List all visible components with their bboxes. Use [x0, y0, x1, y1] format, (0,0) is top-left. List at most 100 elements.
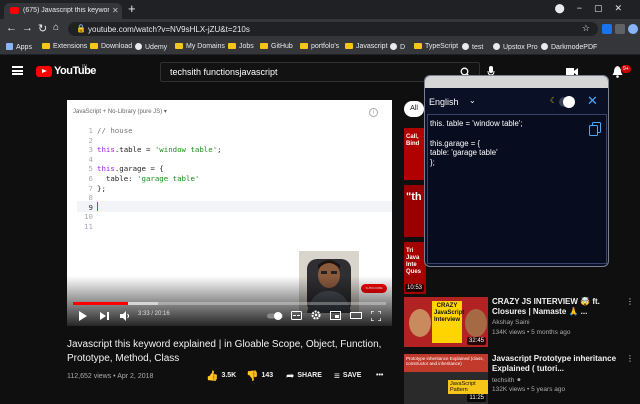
code-token: table: [97, 173, 138, 183]
code-line: 3 this.table = 'window table'; [77, 145, 222, 155]
folder-icon [260, 43, 268, 49]
chip-all[interactable]: All [404, 101, 424, 117]
extracted-text-line: table: 'garage table' [430, 148, 498, 158]
bookmark-typescript[interactable]: TypeScript [414, 43, 458, 50]
info-icon: i [369, 108, 378, 117]
related-video-title[interactable]: CRAZY JS INTERVIEW 🤯 ft. Closures | Nama… [492, 297, 624, 317]
view-count: 112,652 views [67, 373, 112, 380]
extensions-puzzle-icon[interactable] [615, 24, 625, 34]
code-line: 1 // house [77, 126, 222, 136]
related-channel[interactable]: techsith ⚫ [492, 376, 522, 384]
popup-drag-handle[interactable] [425, 76, 608, 88]
folder-icon [414, 43, 422, 49]
dislike-button[interactable]: 👎 143 [246, 371, 273, 382]
home-icon[interactable]: ⌂ [53, 22, 59, 33]
bookmark-extensions[interactable]: Extensions [42, 43, 87, 50]
time-display: 3:33 / 20:16 [138, 311, 170, 317]
fullscreen-icon[interactable] [371, 311, 381, 321]
video-player[interactable]: JavaScript + No-Library (pure JS) ▾ i 1 /… [67, 100, 392, 326]
reload-icon[interactable]: ↻ [38, 22, 47, 35]
language-select[interactable]: English [429, 97, 459, 107]
bookmark-my-domains[interactable]: My Domains [175, 43, 225, 50]
bookmarks-bar: Apps Extensions Download Udemy My Domain… [0, 39, 640, 55]
bookmark-d[interactable]: D [390, 43, 405, 51]
save-button[interactable]: ≡ SAVE [334, 371, 361, 382]
related-thumb-4[interactable]: CRAZY JavaScript Interview 32:45 [404, 297, 488, 347]
related-thumb-5[interactable]: Prototype inheritance Explained (class, … [404, 354, 488, 404]
share-button[interactable]: ➦ SHARE [286, 371, 322, 382]
globe-icon [390, 43, 397, 50]
settings-gear-icon[interactable] [311, 310, 321, 320]
line-number: 4 [88, 154, 93, 164]
popup-text-area[interactable]: this. table = 'window table'; this.garage… [427, 114, 607, 264]
autoplay-toggle-icon[interactable] [267, 312, 283, 320]
window-controls[interactable]: ⬤−▢✕ [555, 3, 634, 14]
globe-icon [462, 43, 469, 50]
address-bar[interactable]: 🔒 youtube.com/watch?v=NV9sHLX-jZU&t=210s… [68, 22, 598, 36]
next-icon[interactable] [100, 312, 109, 320]
code-token: this [97, 145, 115, 155]
bookmark-portfolios[interactable]: portfolo's [300, 43, 339, 50]
youtube-favicon-icon [10, 7, 19, 14]
back-icon[interactable]: ← [6, 22, 17, 34]
browser-tab-bar: (675) Javascript this keyword exp ✕ + ⬤−… [0, 0, 640, 19]
close-icon[interactable]: ✕ [587, 93, 598, 109]
code-editor: 1// house 2 3 this.table = 'window table'; 4… [77, 126, 222, 232]
more-actions-icon[interactable]: ••• [376, 372, 383, 379]
play-icon[interactable] [79, 311, 87, 321]
like-button[interactable]: 👍 3.5K [206, 371, 236, 382]
code-token: 'window table' [154, 145, 218, 155]
related-thumb-3[interactable]: Tri Java Inte Ques 10:53 [404, 242, 426, 294]
card-menu-icon[interactable]: ⋮ [626, 354, 634, 363]
related-stats: 134K views • 5 months ago [492, 329, 571, 336]
bookmark-udemy[interactable]: Udemy [135, 43, 167, 51]
tab-close-icon[interactable]: ✕ [112, 6, 119, 15]
theater-mode-icon[interactable] [350, 311, 362, 320]
related-thumb-1[interactable]: Call, Bind [404, 128, 426, 180]
bookmark-star-icon[interactable]: ☆ [582, 23, 590, 34]
card-menu-icon[interactable]: ⋮ [626, 297, 634, 306]
code-token: .garage = { [114, 164, 164, 174]
progress-played [73, 302, 128, 305]
code-token: .table = [114, 145, 155, 155]
progress-bar[interactable] [73, 302, 386, 305]
bookmark-apps[interactable]: Apps [6, 43, 32, 51]
bookmark-darkmodepdf[interactable]: DarkmodePDF [541, 43, 597, 51]
subtitles-icon[interactable] [291, 311, 302, 320]
line-number: 10 [84, 212, 93, 222]
dark-mode-toggle[interactable] [559, 96, 575, 108]
line-number: 3 [88, 145, 93, 155]
folder-icon [300, 43, 308, 49]
bookmark-github[interactable]: GitHub [260, 43, 293, 50]
folder-icon [228, 43, 236, 49]
code-line: 5 this.garage = { [77, 164, 222, 174]
text-cursor [97, 202, 98, 211]
bookmark-test[interactable]: test [462, 43, 483, 51]
new-tab-button[interactable]: + [128, 1, 136, 16]
bookmark-javascript[interactable]: Javascript [345, 43, 388, 50]
line-number: 6 [88, 173, 93, 183]
thumb-caption: CRAZY JavaScript Interview [434, 303, 465, 323]
chevron-down-icon[interactable]: ⌄ [469, 96, 476, 105]
bookmark-upstox-pro[interactable]: Upstox Pro [493, 43, 538, 51]
profile-avatar-icon[interactable] [628, 24, 638, 34]
copy-icon[interactable] [589, 122, 601, 136]
youtube-wordmark[interactable]: YouTube [54, 65, 96, 77]
browser-tab[interactable]: (675) Javascript this keyword exp ✕ [4, 3, 122, 19]
video-title: Javascript this keyword explained | in G… [67, 339, 382, 364]
related-video-title[interactable]: Javascript Prototype inheritance Explain… [492, 354, 624, 374]
bookmark-jobs[interactable]: Jobs [228, 43, 254, 50]
volume-icon[interactable] [120, 311, 130, 321]
line-number: 2 [88, 135, 93, 145]
miniplayer-icon[interactable] [330, 311, 341, 320]
forward-icon[interactable]: → [22, 22, 33, 34]
related-thumb-2[interactable]: "th [404, 185, 426, 237]
related-channel[interactable]: Akshay Saini [492, 319, 530, 326]
bookmark-download[interactable]: Download [90, 43, 132, 50]
search-query: techsith functionsjavascript [170, 67, 278, 77]
menu-icon[interactable] [12, 66, 23, 75]
youtube-logo-icon[interactable] [36, 66, 52, 77]
line-number: 8 [88, 193, 93, 203]
extension-g-icon[interactable] [602, 24, 612, 34]
folder-icon [175, 43, 183, 49]
